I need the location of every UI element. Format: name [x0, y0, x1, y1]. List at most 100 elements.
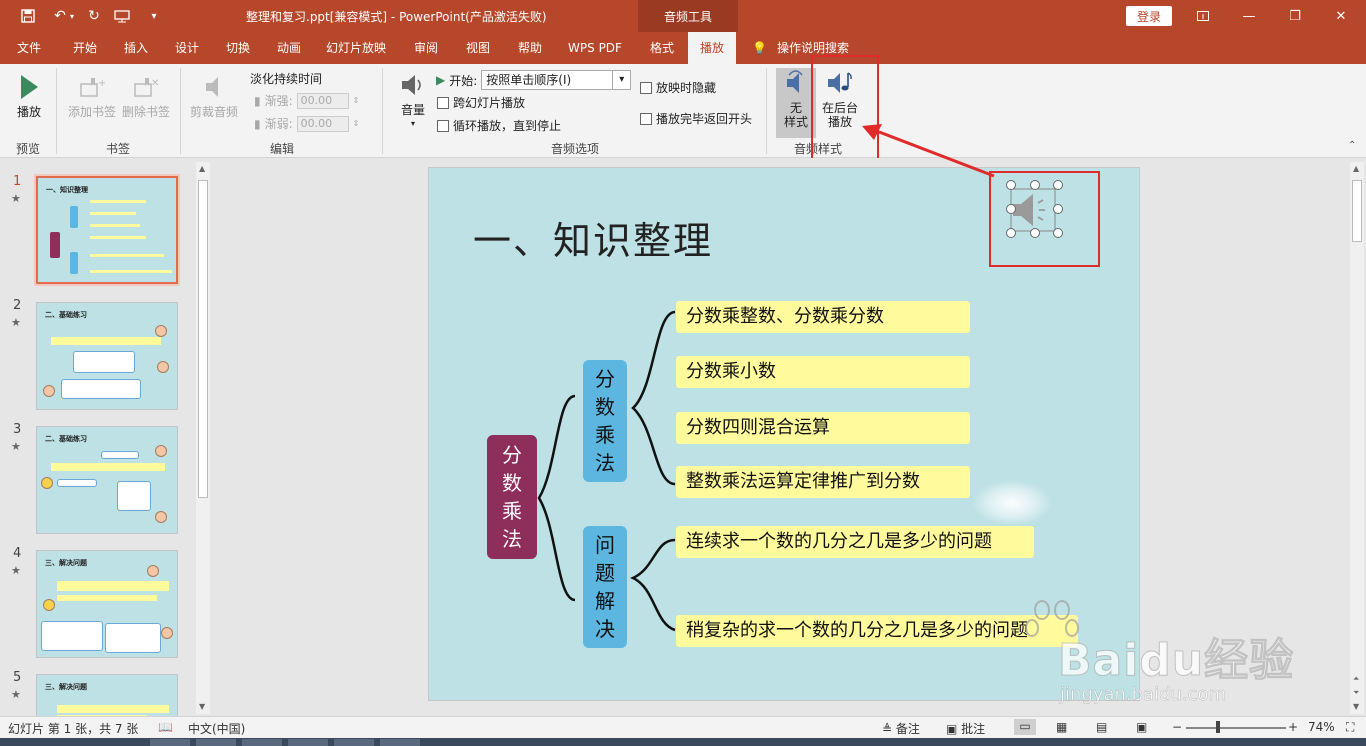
comments-icon: ▣ [946, 722, 962, 736]
redo-icon[interactable]: ↻ [80, 0, 108, 32]
previous-slide-icon[interactable]: ⏶ [1353, 674, 1359, 684]
loop-checkbox[interactable]: 循环播放，直到停止 [437, 117, 561, 134]
animation-star-icon: ★ [11, 316, 21, 329]
fade-in-spinner-icon[interactable]: ⇕ [353, 96, 360, 105]
zoom-level[interactable]: 74% [1308, 720, 1335, 734]
tab-insert[interactable]: 插入 [114, 32, 158, 64]
slide-counter: 幻灯片 第 1 张，共 7 张 [8, 722, 139, 736]
scroll-up-icon[interactable]: ▲ [1353, 164, 1359, 173]
minimize-icon[interactable]: — [1226, 0, 1272, 32]
item-laws-extended[interactable]: 整数乘法运算定律推广到分数 [676, 466, 970, 498]
save-icon[interactable] [14, 0, 42, 32]
tab-format[interactable]: 格式 [640, 32, 684, 64]
tab-home[interactable]: 开始 [62, 32, 108, 64]
item-consecutive-fraction-problem[interactable]: 连续求一个数的几分之几是多少的问题 [676, 526, 1034, 558]
play-button[interactable]: 播放 [12, 72, 46, 119]
checkbox [640, 112, 652, 125]
spellcheck-icon[interactable]: 📖 [158, 720, 173, 734]
fade-out-icon: ▮ [254, 116, 261, 131]
slide-thumbnail-1[interactable]: 一、知识整理 [34, 174, 180, 286]
zoom-out-icon[interactable]: − [1172, 720, 1182, 734]
animation-star-icon: ★ [11, 192, 21, 205]
undo-dropdown-icon[interactable]: ▾ [66, 0, 78, 32]
comments-button[interactable]: ▣ 批注 [946, 720, 985, 737]
normal-view-icon[interactable]: ▭ [1014, 719, 1036, 735]
group-label-preview: 预览 [15, 142, 40, 156]
rewind-after-checkbox[interactable]: 播放完毕返回开头 [640, 110, 752, 127]
zoom-slider-thumb[interactable] [1216, 721, 1220, 733]
thumb-branch-box [70, 206, 78, 228]
tab-view[interactable]: 视图 [456, 32, 500, 64]
tab-review[interactable]: 审阅 [404, 32, 448, 64]
taskbar-item[interactable] [380, 739, 420, 746]
tab-playback[interactable]: 播放 [688, 32, 736, 64]
reading-view-icon[interactable]: ▤ [1096, 720, 1107, 734]
trim-audio-button[interactable]: 剪裁音频 [188, 72, 240, 119]
slide-thumbnail-5[interactable]: 三、解决问题 [36, 674, 178, 716]
item-fraction-times-decimal[interactable]: 分数乘小数 [676, 356, 970, 388]
taskbar-item[interactable] [288, 739, 328, 746]
notes-button[interactable]: ≜ 备注 [882, 720, 920, 737]
remove-bookmark-button[interactable]: ✕ 删除书签 [120, 72, 172, 119]
scroll-down-icon[interactable]: ▼ [199, 702, 205, 711]
ribbon-tabs: 文件 开始 插入 设计 切换 动画 幻灯片放映 审阅 视图 帮助 WPS PDF… [0, 32, 1366, 92]
start-select[interactable]: 按照单击顺序(I) ▾ [481, 70, 632, 90]
scrollbar-thumb[interactable] [198, 180, 208, 498]
trim-audio-icon [199, 72, 229, 102]
slide-sorter-icon[interactable]: ▦ [1056, 720, 1067, 734]
present-icon[interactable] [108, 0, 136, 32]
volume-dropdown-icon: ▾ [410, 119, 415, 128]
branch-node-multiplication[interactable]: 分 数 乘 法 [583, 360, 627, 482]
scroll-up-icon[interactable]: ▲ [199, 164, 205, 173]
tab-design[interactable]: 设计 [164, 32, 210, 64]
fade-out-input[interactable]: 00.00 [296, 115, 349, 132]
zoom-slider[interactable] [1186, 727, 1286, 729]
tab-animations[interactable]: 动画 [266, 32, 312, 64]
lightbulb-icon: 💡 [752, 41, 767, 55]
close-icon[interactable]: ✕ [1318, 0, 1364, 32]
volume-icon [398, 70, 428, 100]
slide-thumbnail-3[interactable]: 二、基础练习 [36, 426, 178, 534]
item-mixed-operations[interactable]: 分数四则混合运算 [676, 412, 970, 444]
slide-thumbnail-2[interactable]: 二、基础练习 [36, 302, 178, 410]
fit-to-window-icon[interactable]: ⛶ [1346, 720, 1354, 735]
tab-file[interactable]: 文件 [8, 32, 50, 64]
scroll-down-icon[interactable]: ▼ [1353, 702, 1359, 711]
add-bookmark-button[interactable]: + 添加书签 [66, 72, 118, 119]
item-fraction-times-integer[interactable]: 分数乘整数、分数乘分数 [676, 301, 970, 333]
separator [382, 68, 383, 154]
tab-slideshow[interactable]: 幻灯片放映 [320, 32, 392, 64]
fade-out-spinner-icon[interactable]: ⇕ [353, 119, 360, 128]
ribbon-display-options-icon[interactable] [1180, 0, 1226, 32]
taskbar-item[interactable] [334, 739, 374, 746]
root-node[interactable]: 分 数 乘 法 [487, 435, 537, 559]
next-slide-icon[interactable]: ⏷ [1353, 688, 1359, 698]
login-button[interactable]: 登录 [1126, 6, 1172, 26]
slideshow-view-icon[interactable]: ▣ [1136, 720, 1147, 734]
collapse-ribbon-icon[interactable]: ⌃ [1348, 140, 1356, 151]
editor-scrollbar[interactable]: ▲ ⏶ ⏷ ▼ [1350, 162, 1364, 714]
volume-button[interactable]: 音量 ▾ [394, 70, 432, 131]
item-complex-fraction-problem[interactable]: 稍复杂的求一个数的几分之几是多少的问题 [676, 615, 1078, 647]
branch-node-problem-solving[interactable]: 问 题 解 决 [583, 526, 627, 648]
thumbnail-scrollbar[interactable]: ▲ ▼ [196, 162, 210, 714]
checkbox [437, 96, 449, 109]
restore-icon[interactable]: ❐ [1272, 0, 1318, 32]
fade-in-row: ▮ 渐强: 00.00 ⇕ [254, 92, 360, 109]
slide-thumbnail-4[interactable]: 三、解决问题 [36, 550, 178, 658]
customize-toolbar-icon[interactable]: ▾ [140, 0, 168, 32]
tab-transitions[interactable]: 切换 [216, 32, 260, 64]
tab-help[interactable]: 帮助 [508, 32, 552, 64]
taskbar-item[interactable] [242, 739, 282, 746]
scrollbar-thumb[interactable] [1352, 180, 1362, 242]
taskbar-item[interactable] [196, 739, 236, 746]
taskbar-item[interactable] [150, 739, 190, 746]
tab-wps-pdf[interactable]: WPS PDF [560, 32, 630, 64]
no-style-button[interactable]: 无 样式 [776, 68, 816, 138]
fade-in-input[interactable]: 00.00 [296, 92, 349, 109]
across-slides-checkbox[interactable]: 跨幻灯片播放 [437, 94, 525, 111]
hide-during-show-checkbox[interactable]: 放映时隐藏 [640, 79, 716, 96]
zoom-in-icon[interactable]: + [1288, 720, 1298, 734]
baidu-jingyan-watermark: Baidu经验 jingyan.baidu.com [1022, 596, 1322, 706]
language-indicator[interactable]: 中文(中国) [188, 720, 245, 737]
